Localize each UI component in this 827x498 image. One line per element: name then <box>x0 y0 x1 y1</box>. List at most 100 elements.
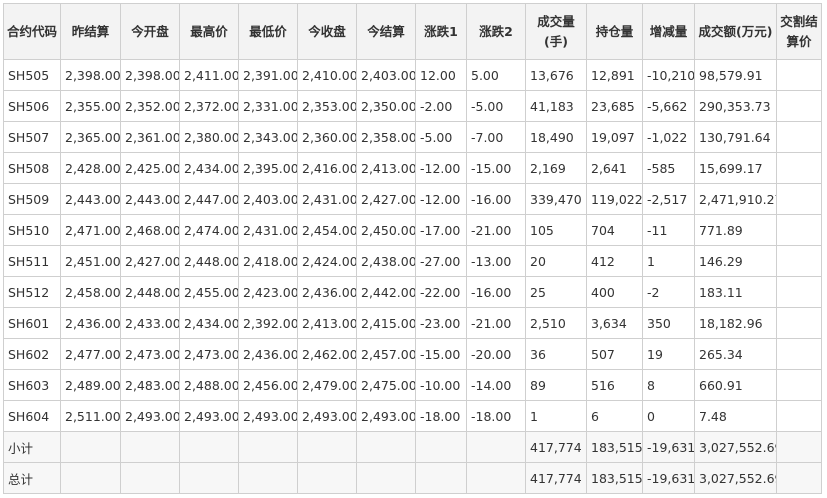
table-cell: 105 <box>525 214 587 246</box>
table-cell: 2,510 <box>525 307 587 339</box>
table-cell: 2,395.00 <box>238 152 298 184</box>
table-cell: -7.00 <box>466 121 526 153</box>
table-cell: 507 <box>586 338 643 370</box>
table-cell: 3,027,552.69 <box>694 431 777 463</box>
table-cell: 2,380.00 <box>179 121 239 153</box>
table-cell <box>60 431 121 463</box>
table-cell <box>776 214 822 246</box>
table-cell: 2,169 <box>525 152 587 184</box>
table-cell: -20.00 <box>466 338 526 370</box>
table-cell: 1 <box>525 400 587 432</box>
column-header: 最高价 <box>179 3 239 60</box>
column-header: 交割结算价 <box>776 3 822 60</box>
table-cell: 2,343.00 <box>238 121 298 153</box>
table-cell: 2,475.00 <box>356 369 416 401</box>
table-cell <box>776 183 822 215</box>
contract-code-cell: SH602 <box>3 338 61 370</box>
table-cell: -11 <box>642 214 695 246</box>
table-cell: 3,027,552.69 <box>694 462 777 494</box>
table-cell: -21.00 <box>466 214 526 246</box>
table-cell: 2,423.00 <box>238 276 298 308</box>
table-cell: 2,471,910.27 <box>694 183 777 215</box>
table-cell: 2,410.00 <box>297 59 357 91</box>
table-cell <box>466 431 526 463</box>
table-cell: 130,791.64 <box>694 121 777 153</box>
table-cell <box>466 462 526 494</box>
table-cell: 1 <box>642 245 695 277</box>
table-cell <box>120 431 180 463</box>
table-cell: -2,517 <box>642 183 695 215</box>
table-cell <box>238 462 298 494</box>
table-row: SH512 2,458.00 2,448.00 2,455.00 2,423.00 2,4… <box>3 276 822 308</box>
table-cell: -13.00 <box>466 245 526 277</box>
contract-code-cell: SH510 <box>3 214 61 246</box>
table-cell: 2,473.00 <box>120 338 180 370</box>
table-cell <box>776 152 822 184</box>
contract-code-cell: SH509 <box>3 183 61 215</box>
table-cell: 13,676 <box>525 59 587 91</box>
table-cell: 2,415.00 <box>356 307 416 339</box>
column-header: 涨跌1 <box>415 3 467 60</box>
table-cell: 19 <box>642 338 695 370</box>
table-cell: 2,477.00 <box>60 338 121 370</box>
table-cell: 2,431.00 <box>238 214 298 246</box>
table-cell: 2,493.00 <box>297 400 357 432</box>
table-cell: -19,631 <box>642 431 695 463</box>
table-cell <box>776 121 822 153</box>
header-row: 合约代码 昨结算 今开盘 最高价 最低价 今收盘 今结算 涨跌1 涨跌2 成交量(手) 持仓量 增减量… <box>3 3 822 60</box>
table-cell: 119,022 <box>586 183 643 215</box>
table-cell: 2,511.00 <box>60 400 121 432</box>
table-cell: -23.00 <box>415 307 467 339</box>
table-cell: 2,353.00 <box>297 90 357 122</box>
table-row: SH511 2,451.00 2,427.00 2,448.00 2,418.00 2,4… <box>3 245 822 277</box>
table-cell: 2,447.00 <box>179 183 239 215</box>
table-cell: -17.00 <box>415 214 467 246</box>
table-cell: 2,493.00 <box>238 400 298 432</box>
table-cell: 516 <box>586 369 643 401</box>
table-cell: -5,662 <box>642 90 695 122</box>
table-cell <box>356 462 416 494</box>
table-cell <box>238 431 298 463</box>
table-cell: -18.00 <box>466 400 526 432</box>
table-cell: 400 <box>586 276 643 308</box>
table-cell: 3,634 <box>586 307 643 339</box>
table-cell: 36 <box>525 338 587 370</box>
table-row: SH602 2,477.00 2,473.00 2,473.00 2,436.00 2,4… <box>3 338 822 370</box>
column-header: 今开盘 <box>120 3 180 60</box>
table-cell: 2,473.00 <box>179 338 239 370</box>
table-cell: 339,470 <box>525 183 587 215</box>
table-cell: 2,433.00 <box>120 307 180 339</box>
futures-settlement-table: 合约代码 昨结算 今开盘 最高价 最低价 今收盘 今结算 涨跌1 涨跌2 成交量(手) 持仓量 增减量… <box>3 3 822 494</box>
table-cell: 2,471.00 <box>60 214 121 246</box>
table-row: SH510 2,471.00 2,468.00 2,474.00 2,431.00 2,4… <box>3 214 822 246</box>
table-cell: 2,434.00 <box>179 307 239 339</box>
table-cell: 2,413.00 <box>356 152 416 184</box>
table-cell: 2,424.00 <box>297 245 357 277</box>
column-header: 涨跌2 <box>466 3 526 60</box>
table-cell <box>776 338 822 370</box>
contract-code-cell: SH511 <box>3 245 61 277</box>
table-cell: 2,352.00 <box>120 90 180 122</box>
column-header: 最低价 <box>238 3 298 60</box>
table-cell: -27.00 <box>415 245 467 277</box>
table-cell: 2,372.00 <box>179 90 239 122</box>
table-row: SH507 2,365.00 2,361.00 2,380.00 2,343.00 2,3… <box>3 121 822 153</box>
table-cell: 89 <box>525 369 587 401</box>
table-cell: 183.11 <box>694 276 777 308</box>
table-cell: 2,448.00 <box>120 276 180 308</box>
table-cell <box>776 462 822 494</box>
contract-code-cell: 小计 <box>3 431 61 463</box>
contract-code-cell: SH601 <box>3 307 61 339</box>
table-cell: 15,699.17 <box>694 152 777 184</box>
column-header: 成交额(万元) <box>694 3 777 60</box>
table-cell: 5.00 <box>466 59 526 91</box>
table-cell: 2,355.00 <box>60 90 121 122</box>
table-cell: 2,391.00 <box>238 59 298 91</box>
table-cell: -10,210 <box>642 59 695 91</box>
table-cell: 19,097 <box>586 121 643 153</box>
column-header: 合约代码 <box>3 3 61 60</box>
table-cell: 2,403.00 <box>356 59 416 91</box>
table-cell: 2,450.00 <box>356 214 416 246</box>
table-cell: 2,358.00 <box>356 121 416 153</box>
table-cell: 2,434.00 <box>179 152 239 184</box>
